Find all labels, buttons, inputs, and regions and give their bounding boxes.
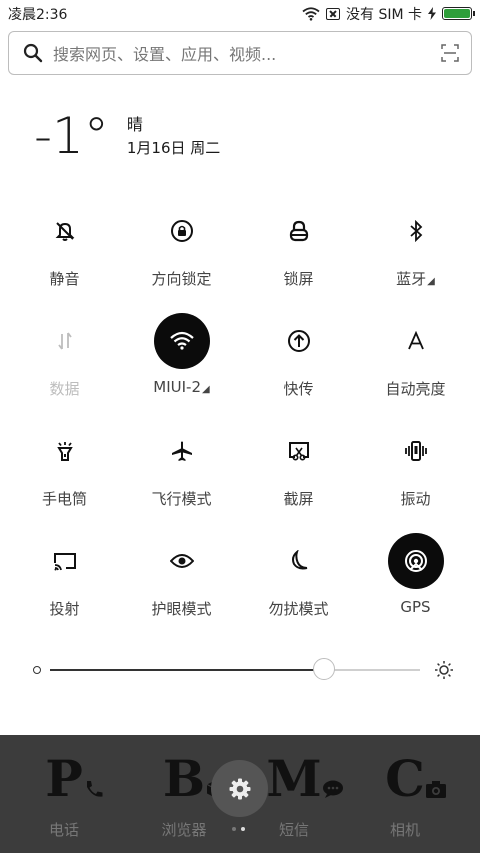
tile-label: 静音: [49, 270, 80, 288]
tile-label: 勿扰模式: [268, 600, 329, 618]
page-dot-active: [241, 827, 245, 831]
handset-icon: [86, 781, 103, 797]
tile-airplane[interactable]: 飞行模式: [123, 420, 240, 530]
brightness-slider[interactable]: [30, 655, 454, 685]
wifi-icon: [302, 6, 320, 21]
bluetooth-icon: [388, 203, 444, 259]
tile-label: 手电筒: [41, 490, 87, 508]
tile-gps[interactable]: GPS: [357, 530, 474, 640]
tile-lock-screen[interactable]: 锁屏: [240, 200, 357, 310]
app-glyph: B: [162, 749, 206, 808]
weather-widget[interactable]: -1° 晴 1月16日 周二: [34, 108, 220, 164]
no-sim-text: 没有 SIM 卡: [346, 6, 422, 23]
camera-body-icon: [425, 781, 446, 798]
page-indicator: [232, 827, 245, 831]
tile-label: 锁屏: [283, 270, 314, 288]
moon-icon: [271, 533, 327, 589]
airplane-icon: [154, 423, 210, 479]
expand-arrow-icon[interactable]: ◢: [427, 276, 435, 287]
tile-vibrate[interactable]: 振动: [357, 420, 474, 530]
tile-label: MIUI-2◢: [153, 378, 209, 396]
browser-icon: B: [163, 753, 226, 805]
bell-off-icon: [37, 203, 93, 259]
flashlight-icon: [37, 423, 93, 479]
mobile-data-icon: [37, 313, 93, 369]
rotation-lock-icon: [154, 203, 210, 259]
lock-icon: [271, 203, 327, 259]
phone-icon: P: [45, 753, 103, 805]
weather-condition: 晴: [126, 115, 143, 134]
chat-bubble-icon: [322, 780, 343, 798]
vibrate-icon: [388, 423, 444, 479]
dock-label: 浏览器: [161, 821, 207, 839]
tile-wifi[interactable]: MIUI-2◢: [123, 310, 240, 420]
screenshot-icon: [271, 423, 327, 479]
tile-eye-care[interactable]: 护眼模式: [123, 530, 240, 640]
brightness-fill: [50, 669, 324, 671]
tile-label: 投射: [49, 600, 80, 618]
weather-info: 晴 1月16日 周二: [127, 114, 220, 164]
tile-bluetooth[interactable]: 蓝牙◢: [357, 200, 474, 310]
camera-icon: C: [385, 753, 446, 805]
dock-app-phone[interactable]: P 电话: [19, 753, 109, 840]
tile-label: GPS: [400, 598, 431, 616]
transfer-icon: [271, 313, 327, 369]
message-icon: M: [266, 753, 343, 805]
app-glyph: C: [385, 749, 425, 808]
tile-label: 飞行模式: [151, 490, 212, 508]
tile-label: 蓝牙◢: [396, 268, 435, 289]
tile-cast[interactable]: 投射: [6, 530, 123, 640]
tile-label-text: 蓝牙: [396, 270, 427, 288]
no-sim-icon: [326, 7, 340, 20]
eye-icon: [154, 533, 210, 589]
tile-label-text: MIUI-2: [153, 378, 202, 396]
cast-icon: [37, 533, 93, 589]
brightness-low-icon: [33, 666, 41, 674]
tile-label: 护眼模式: [151, 600, 212, 618]
tile-label: 方向锁定: [151, 270, 212, 288]
tile-do-not-disturb[interactable]: 勿扰模式: [240, 530, 357, 640]
weather-date: 1月16日 周二: [126, 139, 221, 157]
tile-label: 自动亮度: [385, 380, 446, 398]
status-icons: 没有 SIM 卡: [302, 4, 480, 24]
brightness-high-icon: [435, 661, 453, 679]
dock-label: 相机: [389, 821, 420, 839]
search-icon: [23, 43, 43, 63]
tile-rotation-lock[interactable]: 方向锁定: [123, 200, 240, 310]
temperature: -1°: [34, 107, 109, 165]
battery-icon: [442, 7, 475, 20]
dock-app-camera[interactable]: C 相机: [360, 753, 450, 840]
tile-screenshot[interactable]: 截屏: [240, 420, 357, 530]
tile-label: 快传: [283, 380, 314, 398]
settings-button[interactable]: [211, 760, 268, 817]
tile-flashlight[interactable]: 手电筒: [6, 420, 123, 530]
dock-label: 短信: [278, 821, 309, 839]
app-glyph: P: [45, 749, 83, 808]
brightness-thumb[interactable]: [312, 658, 335, 680]
gps-icon: [387, 533, 444, 589]
tile-mobile-data[interactable]: 数据: [6, 310, 123, 420]
search-input[interactable]: 搜索网页、设置、应用、视频...: [53, 41, 441, 65]
status-time: 凌晨2:36: [8, 6, 68, 23]
scan-icon[interactable]: [441, 44, 459, 62]
tile-label: 振动: [400, 490, 431, 508]
charging-icon: [428, 7, 436, 20]
wifi-icon: [153, 313, 210, 369]
auto-brightness-icon: [388, 313, 444, 369]
expand-arrow-icon[interactable]: ◢: [202, 384, 210, 395]
tile-auto-brightness[interactable]: 自动亮度: [357, 310, 474, 420]
tile-silent[interactable]: 静音: [6, 200, 123, 310]
tile-label: 数据: [49, 380, 80, 398]
page-dot: [232, 827, 236, 831]
gear-icon: [229, 778, 250, 799]
search-bar[interactable]: 搜索网页、设置、应用、视频...: [8, 31, 472, 75]
app-glyph: M: [266, 749, 322, 808]
dock-label: 电话: [48, 821, 79, 839]
quick-settings-grid: 静音 方向锁定 锁屏 蓝牙◢ 数据 MIUI-2◢ 快传 自动亮度 手电筒 飞行…: [6, 200, 474, 640]
status-bar: 凌晨2:36 没有 SIM 卡: [0, 0, 480, 27]
tile-label: 截屏: [283, 490, 314, 508]
tile-transfer[interactable]: 快传: [240, 310, 357, 420]
battery-level: [444, 9, 470, 18]
